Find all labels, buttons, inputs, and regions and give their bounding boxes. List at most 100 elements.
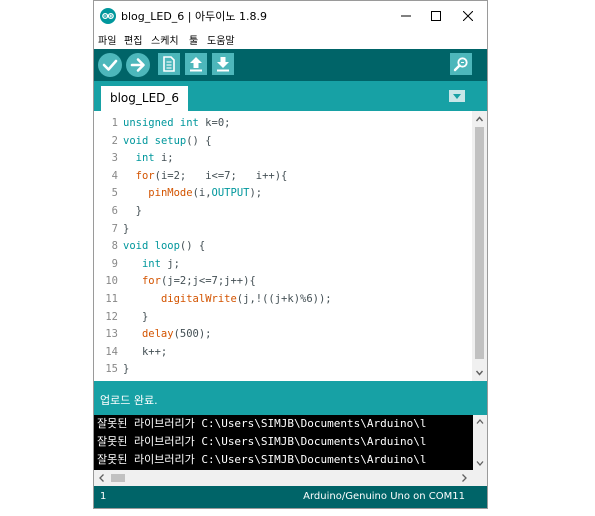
line-number: 8 xyxy=(111,240,118,253)
serial-monitor-button[interactable] xyxy=(450,53,472,75)
line-number: 2 xyxy=(111,134,118,147)
board-port-label: Arduino/Genuino Uno on COM11 xyxy=(303,491,465,502)
arduino-logo-icon xyxy=(100,8,116,24)
upload-icon xyxy=(130,58,145,72)
code-line: int i; xyxy=(123,150,468,168)
line-number: 10 xyxy=(105,275,118,288)
line-number: 7 xyxy=(111,222,118,235)
console-line: 잘못된 라이브러리가 C:\Users\SIMJB\Documents\Ardu… xyxy=(97,453,427,466)
code-area[interactable]: unsigned int k=0; void setup() { int i; f… xyxy=(123,115,468,379)
code-token: } xyxy=(123,204,142,217)
code-token: setup xyxy=(154,134,187,147)
minimize-button[interactable] xyxy=(389,1,423,31)
maximize-button[interactable] xyxy=(419,1,453,31)
menu-sketch[interactable]: 스케치 xyxy=(151,32,179,47)
code-token: int xyxy=(135,152,155,165)
code-token: k++; xyxy=(123,345,168,358)
code-line: for(i=2; i<=7; i++){ xyxy=(123,168,468,186)
line-number-gutter: 1 2 3 4 5 6 7 8 9 10 11 12 13 14 15 xyxy=(94,115,120,379)
line-number: 9 xyxy=(111,257,118,270)
code-line: void loop() { xyxy=(123,238,468,256)
code-token: k=0; xyxy=(198,117,231,129)
line-number: 13 xyxy=(105,328,118,341)
save-sketch-button[interactable] xyxy=(212,53,234,75)
editor-vertical-scrollbar[interactable] xyxy=(472,111,487,381)
code-line: delay(500); xyxy=(123,326,468,344)
scroll-down-icon xyxy=(475,370,484,376)
verify-icon xyxy=(102,59,118,71)
code-token: (i, xyxy=(192,187,212,200)
code-token: i; xyxy=(154,152,174,165)
open-sketch-button[interactable] xyxy=(185,53,207,75)
scroll-up-icon xyxy=(476,419,484,424)
code-line: } xyxy=(123,203,468,221)
editor-scroll-thumb[interactable] xyxy=(475,127,484,359)
close-button[interactable] xyxy=(451,1,485,31)
tab-menu-button[interactable] xyxy=(449,90,465,102)
console-line: 잘못된 라이브러리가 C:\Users\SIMJB\Documents\Ardu… xyxy=(97,435,427,448)
code-token: () { xyxy=(186,134,212,147)
code-token: ); xyxy=(249,187,263,200)
code-line: unsigned int k=0; xyxy=(123,115,468,133)
scroll-up-icon xyxy=(475,116,484,122)
code-token: } xyxy=(123,222,130,235)
upload-button[interactable] xyxy=(126,53,150,77)
code-token: unsigned int xyxy=(123,117,199,129)
line-number: 5 xyxy=(111,187,118,200)
code-token: () { xyxy=(179,240,206,253)
code-token: (500); xyxy=(173,328,212,341)
save-icon xyxy=(217,57,229,72)
menu-edit[interactable]: 편집 xyxy=(124,32,142,47)
verify-button[interactable] xyxy=(98,53,122,77)
new-sketch-button[interactable] xyxy=(158,53,180,75)
code-token: for xyxy=(135,169,155,182)
menu-file[interactable]: 파일 xyxy=(98,32,116,47)
code-token: (j=2;j<=7;j++){ xyxy=(160,275,256,288)
scroll-left-icon xyxy=(99,474,104,482)
code-token: loop xyxy=(154,240,180,253)
console-vertical-scrollbar[interactable] xyxy=(473,415,487,470)
code-token: } xyxy=(123,363,130,376)
horizontal-scroll-thumb[interactable] xyxy=(111,474,125,482)
line-number: 15 xyxy=(105,363,118,376)
title-bar[interactable]: blog_LED_6 | 아두이노 1.8.9 xyxy=(94,1,487,31)
menu-help[interactable]: 도움말 xyxy=(207,32,235,47)
line-number: 4 xyxy=(111,169,118,182)
scroll-down-icon xyxy=(476,461,484,466)
code-line: pinMode(i,OUTPUT); xyxy=(123,185,468,203)
code-line: } xyxy=(123,309,468,327)
code-token: } xyxy=(123,310,149,323)
tab-bar: blog_LED_6 xyxy=(94,81,487,111)
console-horizontal-scrollbar[interactable] xyxy=(94,470,487,486)
line-number: 12 xyxy=(105,310,118,323)
tab-blog-led-6[interactable]: blog_LED_6 xyxy=(101,86,188,111)
code-token: void xyxy=(123,134,149,147)
footer-bar: 1 Arduino/Genuino Uno on COM11 xyxy=(94,486,487,508)
code-line: k++; xyxy=(123,344,468,362)
scroll-right-icon xyxy=(462,474,467,482)
console-output[interactable]: 잘못된 라이브러리가 C:\Users\SIMJB\Documents\Ardu… xyxy=(94,415,487,470)
toolbar xyxy=(94,49,487,81)
code-line: digitalWrite(j,!((j+k)%6)); xyxy=(123,291,468,309)
code-line: void setup() { xyxy=(123,133,468,151)
maximize-icon xyxy=(431,11,441,21)
open-icon xyxy=(190,57,202,72)
code-token: (j,!((j+k)%6)); xyxy=(236,292,332,305)
menu-tools[interactable]: 툴 xyxy=(189,32,198,47)
window-title: blog_LED_6 | 아두이노 1.8.9 xyxy=(121,10,267,23)
code-editor[interactable]: 1 2 3 4 5 6 7 8 9 10 11 12 13 14 15 unsigned int k=0; v… xyxy=(94,111,487,381)
serial-monitor-icon xyxy=(453,57,468,72)
arduino-ide-window: blog_LED_6 | 아두이노 1.8.9 파일 편집 스케치 툴 도움말 xyxy=(93,0,488,509)
code-line: for(j=2;j<=7;j++){ xyxy=(123,273,468,291)
code-line: } xyxy=(123,221,468,239)
menu-bar: 파일 편집 스케치 툴 도움말 xyxy=(94,31,487,49)
new-icon xyxy=(163,56,175,72)
line-number: 1 xyxy=(111,117,118,129)
current-line-number: 1 xyxy=(100,491,107,502)
